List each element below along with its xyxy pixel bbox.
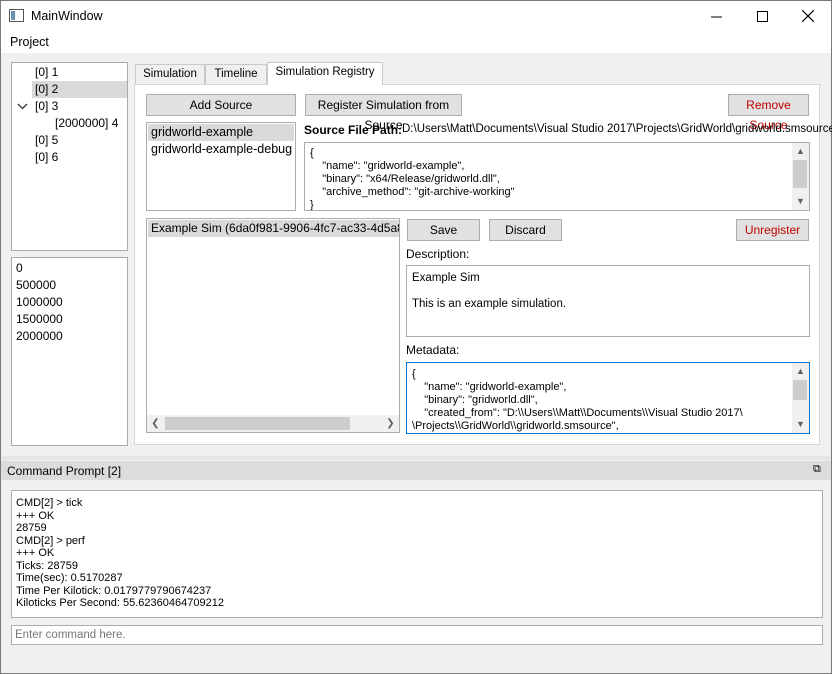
chevron-down-icon[interactable] (17, 98, 29, 115)
console-line: 28759 (16, 522, 47, 534)
scroll-thumb[interactable] (793, 380, 807, 400)
text-line: Example Sim (412, 272, 480, 284)
code-line: "name": "gridworld-example", (310, 160, 465, 172)
list-item-selected[interactable]: gridworld-example (148, 124, 294, 141)
tab-simulation-registry[interactable]: Simulation Registry (267, 62, 383, 85)
scroll-up-icon[interactable]: ▲ (792, 143, 809, 160)
console-line: Time(sec): 0.5170287 (16, 572, 123, 584)
minimize-button[interactable] (693, 1, 739, 31)
console-line: +++ OK (16, 547, 55, 559)
tree-item-child[interactable]: [2000000] 4 (54, 115, 127, 132)
scroll-down-icon[interactable]: ▼ (792, 193, 809, 210)
horizontal-scrollbar[interactable]: ❮ ❯ (147, 415, 399, 432)
float-dock-icon[interactable]: ⧉ (813, 463, 821, 476)
discard-button[interactable]: Discard (489, 219, 562, 241)
minimize-icon (710, 16, 722, 17)
tree-item[interactable]: [0] 6 (34, 149, 127, 166)
source-list[interactable]: gridworld-example gridworld-example-debu… (146, 122, 296, 211)
console-line: Ticks: 28759 (16, 559, 78, 572)
code-line: "archive_method": "git-archive-working" (310, 186, 515, 198)
metadata-label: Metadata: (406, 343, 460, 357)
tree-item[interactable]: [0] 1 (34, 64, 127, 81)
maximize-button[interactable] (739, 1, 785, 31)
scroll-thumb[interactable] (793, 160, 807, 188)
console-title: Command Prompt [2] (7, 464, 122, 478)
tree-item[interactable]: [0] 3 (34, 98, 127, 115)
code-line: "created_from": "D:\\Users\\Matt\\Docume… (412, 407, 743, 419)
code-line: "binary": "x64/Release/gridworld.dll", (310, 173, 500, 185)
save-button[interactable]: Save (407, 219, 480, 241)
window-title: MainWindow (31, 9, 103, 23)
menu-project[interactable]: Project (10, 35, 49, 49)
scroll-down-icon[interactable]: ▼ (792, 416, 809, 433)
remove-source-button[interactable]: Remove Source (728, 94, 809, 132)
code-line: } (310, 199, 314, 211)
console-line: CMD[2] > perf (16, 534, 85, 547)
scroll-right-icon[interactable]: ❯ (382, 415, 399, 432)
close-icon (802, 10, 814, 22)
code-line: { (310, 147, 314, 159)
scroll-thumb[interactable] (165, 417, 350, 430)
vertical-scrollbar[interactable]: ▲ ▼ (792, 143, 809, 210)
source-path-value: D:\Users\Matt\Documents\Visual Studio 20… (402, 123, 832, 135)
menu-bar: Project (1, 32, 831, 53)
console-line: +++ OK (16, 509, 55, 522)
list-item[interactable]: 0 (16, 260, 23, 277)
tree-item[interactable]: [0] 5 (34, 132, 127, 149)
code-line: \Projects\\GridWorld\\gridworld.smsource… (412, 420, 619, 432)
tree-item-selected[interactable]: [0] 2 (32, 81, 127, 98)
console-line: CMD[2] > tick (16, 497, 83, 509)
close-button[interactable] (785, 1, 831, 31)
metadata-json-editor[interactable]: { "name": "gridworld-example", "binary":… (406, 362, 810, 434)
simulation-list[interactable]: Example Sim (6da0f981-9906-4fc7-ac33-4d5… (146, 218, 400, 433)
maximize-icon (756, 10, 768, 22)
list-item[interactable]: gridworld-example-debug (148, 141, 292, 158)
tab-simulation[interactable]: Simulation (135, 64, 205, 84)
code-line: "binary": "gridworld.dll", (412, 394, 538, 406)
console-output[interactable]: CMD[2] > tick +++ OK 28759 CMD[2] > perf… (11, 490, 823, 618)
description-field[interactable]: Example Sim This is an example simulatio… (406, 265, 810, 337)
list-item-selected[interactable]: Example Sim (6da0f981-9906-4fc7-ac33-4d5… (148, 220, 399, 237)
console-dock-header: Command Prompt [2] ⧉ (1, 461, 831, 480)
tick-list[interactable]: 0 500000 1000000 1500000 2000000 (11, 257, 128, 446)
console-line: Time Per Kilotick: 0.0179779790674237 (16, 584, 212, 597)
source-json-editor[interactable]: { "name": "gridworld-example", "binary":… (304, 142, 810, 211)
console-line: Kiloticks Per Second: 55.62360464709212 (16, 597, 224, 609)
scroll-up-icon[interactable]: ▲ (792, 363, 809, 380)
unregister-button[interactable]: Unregister (736, 219, 809, 241)
list-item[interactable]: 1500000 (16, 311, 63, 328)
add-source-button[interactable]: Add Source (146, 94, 296, 116)
code-line: "name": "gridworld-example", (412, 381, 567, 393)
list-item[interactable]: 1000000 (16, 294, 63, 311)
code-line: { (412, 368, 416, 380)
text-line: This is an example simulation. (412, 298, 567, 310)
title-bar[interactable]: MainWindow (1, 1, 831, 32)
project-tree[interactable]: [0] 1 [0] 2 [0] 3 [2000000] 4 [0] 5 [0] … (11, 62, 128, 251)
tab-timeline[interactable]: Timeline (205, 64, 267, 84)
source-path-label: Source File Path: (304, 123, 403, 137)
list-item[interactable]: 500000 (16, 277, 56, 294)
list-item[interactable]: 2000000 (16, 328, 63, 345)
scroll-left-icon[interactable]: ❮ (147, 415, 164, 432)
register-simulation-button[interactable]: Register Simulation from Source (305, 94, 462, 132)
app-icon (9, 9, 24, 22)
dock-splitter[interactable] (1, 456, 831, 460)
command-input[interactable] (11, 625, 823, 645)
description-label: Description: (406, 247, 470, 261)
main-window: MainWindow Project [0] 1 [0] 2 [0] 3 [20… (0, 0, 832, 674)
vertical-scrollbar[interactable]: ▲ ▼ (792, 363, 809, 433)
